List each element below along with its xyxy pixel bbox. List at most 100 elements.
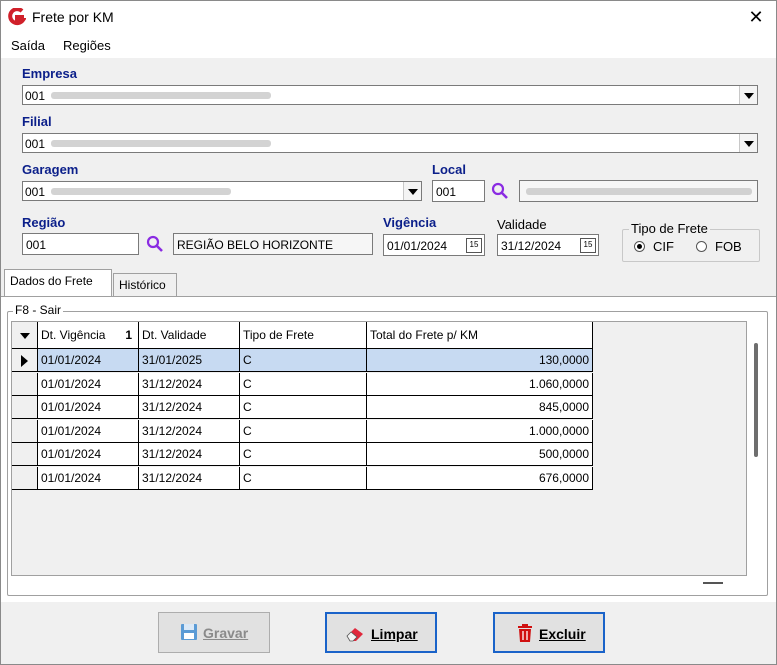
window-title: Frete por KM: [32, 9, 114, 25]
fob-radio[interactable]: [696, 241, 707, 252]
table-cell[interactable]: 500,0000: [367, 443, 593, 466]
redacted-text: [51, 188, 231, 195]
filial-value: 001: [25, 137, 46, 151]
table-cell[interactable]: 01/01/2024: [38, 372, 139, 396]
table-cell[interactable]: 31/12/2024: [139, 372, 240, 396]
redacted-text: [51, 140, 271, 147]
table-cell[interactable]: 31/01/2025: [139, 349, 240, 372]
vigencia-label: Vigência: [383, 215, 437, 230]
row-indicator[interactable]: [12, 419, 38, 443]
table-cell[interactable]: 01/01/2024: [38, 443, 139, 466]
garagem-value: 001: [25, 185, 46, 199]
table-cell[interactable]: C: [240, 466, 367, 490]
table-cell[interactable]: C: [240, 443, 367, 466]
garagem-label: Garagem: [22, 162, 79, 177]
col-header-total-frete[interactable]: Total do Frete p/ KM: [367, 322, 593, 349]
calendar-icon[interactable]: 15: [466, 238, 482, 253]
title-bar: Frete por KM ✕: [1, 1, 776, 34]
excluir-button[interactable]: Excluir: [493, 612, 605, 653]
limpar-label: Limpar: [371, 626, 418, 642]
vigencia-value: 01/01/2024: [387, 239, 448, 253]
close-button[interactable]: ✕: [739, 3, 773, 31]
menu-item-regioes[interactable]: Regiões: [63, 38, 111, 53]
table-cell[interactable]: C: [240, 419, 367, 443]
row-indicator[interactable]: [12, 396, 38, 419]
table-cell[interactable]: 01/01/2024: [38, 396, 139, 419]
table-cell[interactable]: C: [240, 372, 367, 396]
grid-header-indicator[interactable]: [12, 322, 38, 349]
table-cell[interactable]: 31/12/2024: [139, 396, 240, 419]
filial-dropdown-button[interactable]: [739, 134, 757, 152]
empresa-select[interactable]: 001: [22, 85, 758, 105]
table-cell[interactable]: 130,0000: [367, 349, 593, 372]
gravar-label: Gravar: [203, 625, 249, 641]
trash-icon: [518, 624, 532, 642]
menu-bar: Saída Regiões: [1, 34, 776, 58]
filial-select[interactable]: 001: [22, 133, 758, 153]
validade-date-input[interactable]: 31/12/2024 15: [497, 234, 599, 256]
empresa-dropdown-button[interactable]: [739, 86, 757, 104]
tab-dados-do-frete[interactable]: Dados do Frete: [4, 269, 112, 296]
regiao-code-value: 001: [26, 238, 47, 252]
table-cell[interactable]: 1.000,0000: [367, 419, 593, 443]
vertical-scrollbar[interactable]: [754, 343, 758, 457]
table-cell[interactable]: 01/01/2024: [38, 349, 139, 372]
save-icon: [181, 624, 197, 640]
table-cell[interactable]: 676,0000: [367, 466, 593, 490]
tab-historico[interactable]: Histórico: [113, 273, 177, 297]
row-indicator[interactable]: [12, 466, 38, 490]
sort-asc-icon: 1: [125, 328, 132, 342]
row-indicator[interactable]: [12, 372, 38, 396]
main-window: Frete por KM ✕ Saída Regiões Empresa 001…: [0, 0, 777, 665]
section-title: F8 - Sair: [13, 303, 64, 317]
local-label: Local: [432, 162, 466, 177]
regiao-code-input[interactable]: 001: [22, 233, 139, 255]
menu-item-saida[interactable]: Saída: [11, 38, 45, 53]
app-logo-icon: [8, 8, 26, 26]
chevron-down-icon: [20, 333, 30, 339]
validade-label: Validade: [497, 217, 547, 232]
chevron-down-icon: [744, 141, 754, 147]
redacted-text: [51, 92, 271, 99]
eraser-icon: [346, 628, 363, 642]
table-cell[interactable]: 01/01/2024: [38, 466, 139, 490]
excluir-label: Excluir: [539, 626, 586, 642]
search-icon[interactable]: [146, 235, 164, 253]
empresa-label: Empresa: [22, 66, 77, 81]
table-cell[interactable]: 31/12/2024: [139, 466, 240, 490]
row-indicator[interactable]: [12, 443, 38, 466]
redacted-text: [526, 188, 752, 195]
chevron-down-icon: [408, 189, 418, 195]
table-cell[interactable]: 31/12/2024: [139, 419, 240, 443]
garagem-select[interactable]: 001: [22, 181, 422, 201]
cif-radio[interactable]: [634, 241, 645, 252]
regiao-name-field: REGIÃO BELO HORIZONTE: [173, 233, 373, 255]
filial-label: Filial: [22, 114, 52, 129]
table-cell[interactable]: 31/12/2024: [139, 443, 240, 466]
local-code-input[interactable]: 001: [432, 180, 485, 202]
vigencia-date-input[interactable]: 01/01/2024 15: [383, 234, 485, 256]
horizontal-scroll-thumb[interactable]: [703, 582, 723, 584]
current-row-arrow-icon: [21, 355, 28, 367]
table-cell[interactable]: 01/01/2024: [38, 419, 139, 443]
gravar-button[interactable]: Gravar: [158, 612, 270, 653]
row-indicator[interactable]: [12, 349, 38, 372]
empresa-value: 001: [25, 89, 46, 103]
calendar-icon[interactable]: 15: [580, 238, 596, 253]
table-cell[interactable]: C: [240, 396, 367, 419]
col-header-dt-validade[interactable]: Dt. Validade: [139, 322, 240, 349]
regiao-label: Região: [22, 215, 66, 230]
fob-radio-label: FOB: [715, 239, 742, 254]
col-header-label: Dt. Vigência: [41, 328, 106, 342]
garagem-dropdown-button[interactable]: [403, 182, 421, 200]
local-code-value: 001: [436, 185, 457, 199]
limpar-button[interactable]: Limpar: [325, 612, 437, 653]
table-cell[interactable]: 845,0000: [367, 396, 593, 419]
table-cell[interactable]: 1.060,0000: [367, 372, 593, 396]
local-name-field: [519, 180, 758, 202]
col-header-dt-vigencia[interactable]: Dt. Vigência 1: [38, 322, 139, 349]
col-header-tipo-frete[interactable]: Tipo de Frete: [240, 322, 367, 349]
chevron-down-icon: [744, 93, 754, 99]
table-cell[interactable]: C: [240, 349, 367, 372]
search-icon[interactable]: [491, 182, 509, 200]
